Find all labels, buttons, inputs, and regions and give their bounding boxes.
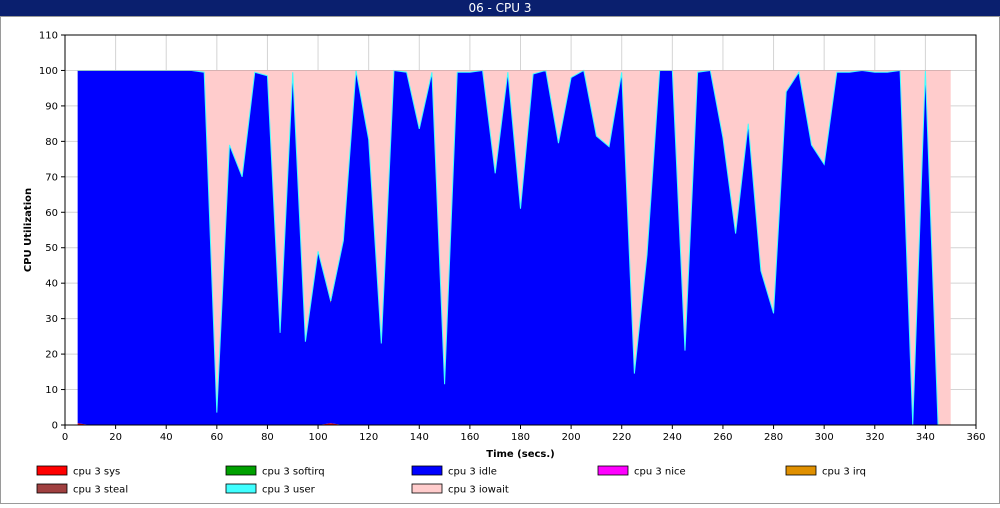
legend-swatch-sys bbox=[36, 465, 68, 476]
x-tick-label: 160 bbox=[460, 432, 479, 443]
legend-label-user: cpu 3 user bbox=[262, 485, 316, 496]
x-tick-label: 280 bbox=[764, 432, 783, 443]
y-tick-label: 40 bbox=[45, 279, 58, 290]
y-tick-label: 80 bbox=[45, 137, 58, 148]
legend-label-sys: cpu 3 sys bbox=[73, 467, 120, 478]
x-tick-label: 80 bbox=[261, 432, 274, 443]
window-title: 06 - CPU 3 bbox=[0, 0, 1000, 16]
x-tick-label: 180 bbox=[511, 432, 530, 443]
x-tick-label: 240 bbox=[663, 432, 682, 443]
y-tick-label: 50 bbox=[45, 243, 58, 254]
y-tick-label: 0 bbox=[52, 421, 58, 432]
y-tick-label: 100 bbox=[39, 66, 58, 77]
x-tick-label: 300 bbox=[815, 432, 834, 443]
x-tick-label: 220 bbox=[612, 432, 631, 443]
cpu-utilization-chart: 0 10 20 30 40 50 60 70 80 90 100 110 0 20 40 60 80 100 12… bbox=[0, 16, 1000, 504]
chart-panel: 0 10 20 30 40 50 60 70 80 90 100 110 0 20 40 60 80 100 12… bbox=[0, 16, 1000, 504]
legend-label-nice: cpu 3 nice bbox=[634, 467, 686, 478]
y-tick-label: 70 bbox=[45, 172, 58, 183]
x-tick-label: 120 bbox=[359, 432, 378, 443]
x-tick-label: 140 bbox=[410, 432, 429, 443]
y-tick-label: 20 bbox=[45, 350, 58, 361]
y-tick-label: 90 bbox=[45, 101, 58, 112]
y-tick-label: 30 bbox=[45, 314, 58, 325]
legend-label-irq: cpu 3 irq bbox=[822, 467, 866, 478]
x-tick-label: 100 bbox=[309, 432, 328, 443]
x-tick-label: 40 bbox=[160, 432, 173, 443]
legend-label-softirq: cpu 3 softirq bbox=[262, 467, 325, 478]
x-tick-label: 340 bbox=[916, 432, 935, 443]
y-axis-label: CPU Utilization bbox=[23, 188, 34, 272]
legend-swatch-softirq bbox=[225, 465, 257, 476]
legend-swatch-nice bbox=[597, 465, 629, 476]
legend-swatch-steal bbox=[36, 483, 68, 494]
legend-swatch-iowait bbox=[411, 483, 443, 494]
x-tick-label: 260 bbox=[713, 432, 732, 443]
x-tick-label: 200 bbox=[562, 432, 581, 443]
x-tick-label: 60 bbox=[210, 432, 223, 443]
y-tick-label: 10 bbox=[45, 385, 58, 396]
x-tick-label: 20 bbox=[109, 432, 122, 443]
legend-label-iowait: cpu 3 iowait bbox=[448, 485, 509, 496]
legend-label-steal: cpu 3 steal bbox=[73, 485, 128, 496]
x-tick-label: 0 bbox=[62, 432, 68, 443]
legend-swatch-user bbox=[225, 483, 257, 494]
y-tick-label: 110 bbox=[39, 31, 58, 42]
x-tick-label: 320 bbox=[865, 432, 884, 443]
legend-swatch-idle bbox=[411, 465, 443, 476]
x-tick-label: 360 bbox=[966, 432, 985, 443]
x-axis-label: Time (secs.) bbox=[486, 449, 555, 460]
legend-swatch-irq bbox=[785, 465, 817, 476]
series-areas bbox=[77, 70, 951, 425]
y-tick-label: 60 bbox=[45, 208, 58, 219]
legend-label-idle: cpu 3 idle bbox=[448, 467, 497, 478]
